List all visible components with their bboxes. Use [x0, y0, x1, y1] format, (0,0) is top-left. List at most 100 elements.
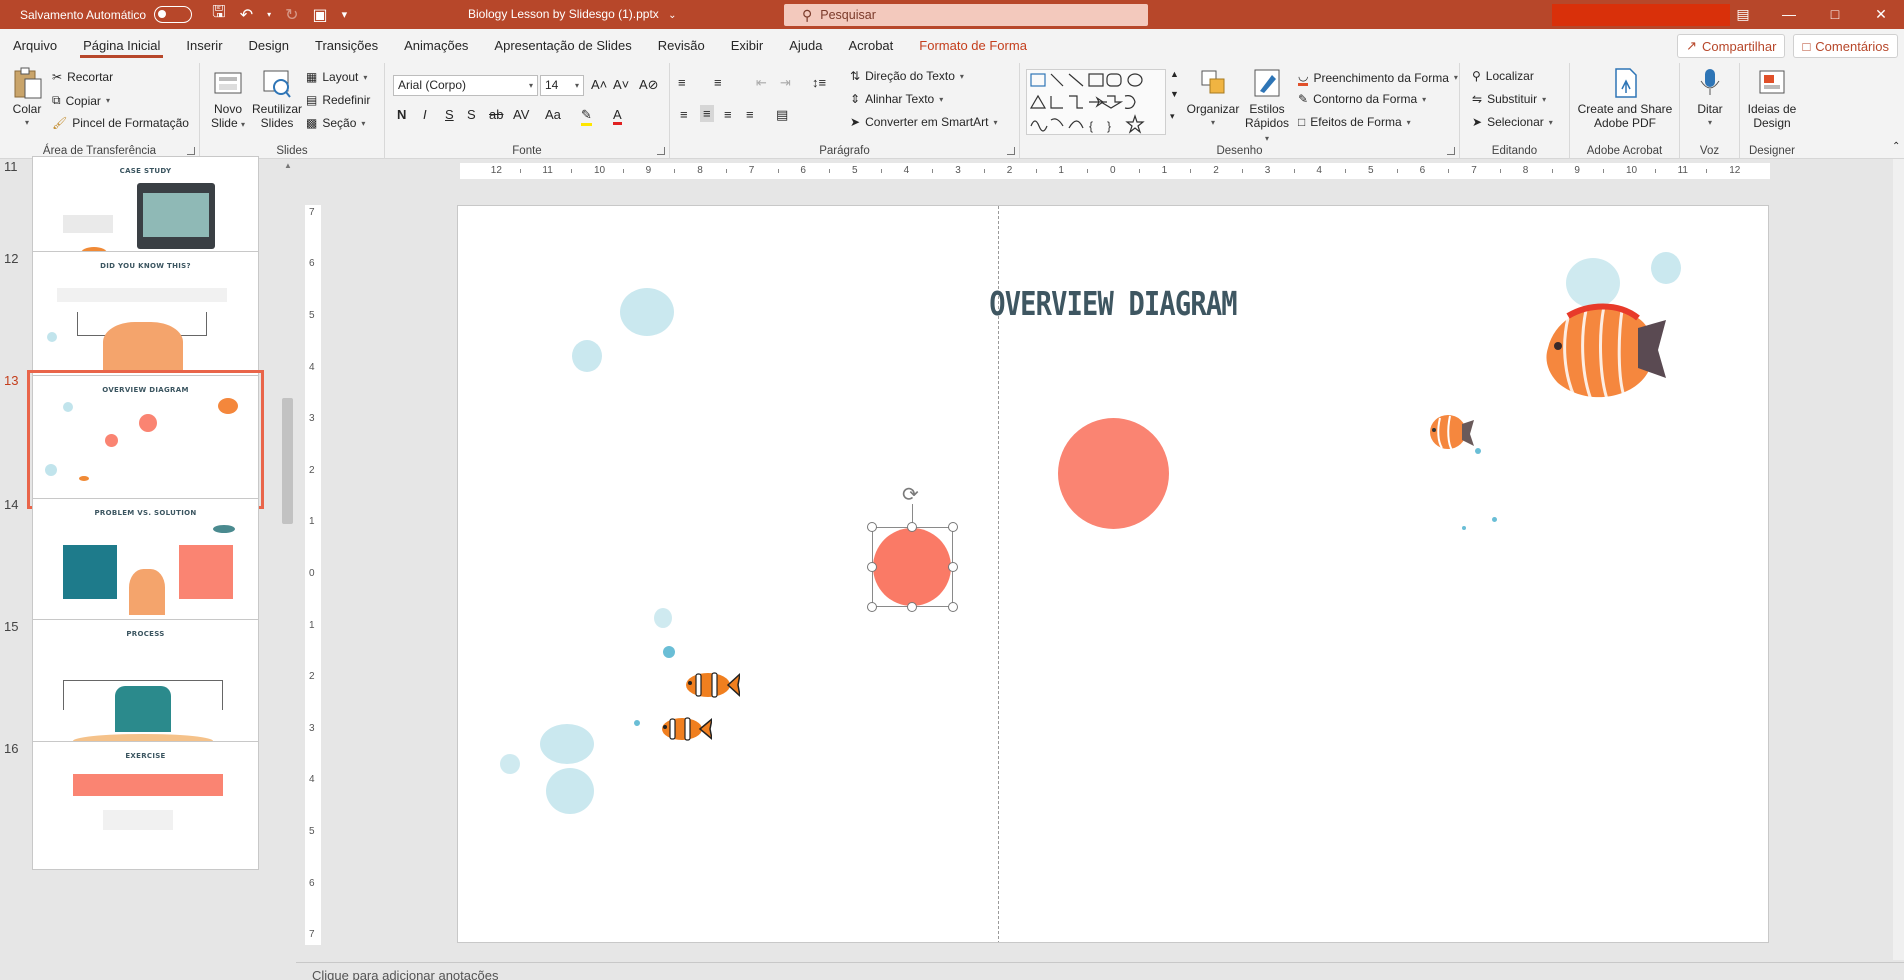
scroll-up-icon[interactable]: ▲: [284, 161, 292, 170]
present-icon[interactable]: ▣: [313, 5, 328, 25]
decrease-font-icon[interactable]: A˅: [613, 77, 629, 92]
tab-formato-de-forma[interactable]: Formato de Forma: [906, 29, 1040, 63]
undo-dropdown-icon[interactable]: ▾: [267, 10, 271, 19]
format-painter-button[interactable]: 🖌 Pincel de Formatação: [52, 116, 189, 130]
replace-button[interactable]: ⇋ Substituir ▾: [1472, 92, 1546, 106]
increase-font-icon[interactable]: A˄: [591, 77, 607, 92]
tab-exibir[interactable]: Exibir: [718, 29, 777, 63]
resize-handle[interactable]: [948, 522, 958, 532]
shadow-icon[interactable]: S: [467, 107, 476, 122]
slide-thumbnail-15[interactable]: PROCESS: [32, 619, 259, 748]
notes-pane[interactable]: Clique para adicionar anotações: [296, 962, 1904, 980]
share-button[interactable]: ↗ Compartilhar: [1677, 34, 1786, 58]
paragraph-launcher-icon[interactable]: [1007, 147, 1015, 155]
align-center-icon[interactable]: ≡: [700, 105, 714, 122]
customize-toolbar-icon[interactable]: ▾: [342, 8, 348, 21]
create-pdf-button[interactable]: Create and Share Adobe PDF: [1574, 67, 1676, 130]
font-size-combo[interactable]: 14 ▾: [540, 75, 584, 96]
clear-formatting-icon[interactable]: A⊘: [639, 77, 659, 93]
rotate-handle-icon[interactable]: ⟳: [902, 482, 919, 507]
resize-handle[interactable]: [907, 602, 917, 612]
highlight-color-icon[interactable]: ✎: [581, 107, 592, 126]
font-color-icon[interactable]: A: [613, 107, 622, 125]
search-box[interactable]: ⚲ Pesquisar: [784, 4, 1148, 26]
slide-canvas[interactable]: OVERVIEW DIAGRAM ⟳: [457, 205, 1769, 943]
gallery-more-icon[interactable]: ▾: [1170, 111, 1175, 122]
clipboard-launcher-icon[interactable]: [187, 147, 195, 155]
tab-transicoes[interactable]: Transições: [302, 29, 391, 63]
section-button[interactable]: ▩ Seção ▾: [306, 116, 365, 130]
shape-effects-button[interactable]: □ Efeitos de Forma ▾: [1298, 115, 1411, 129]
character-spacing-icon[interactable]: AV: [513, 107, 529, 122]
cut-button[interactable]: ✂ Recortar: [52, 70, 113, 84]
slide-thumbnail-13[interactable]: OVERVIEW DIAGRAM: [27, 370, 264, 509]
drawing-launcher-icon[interactable]: [1447, 147, 1455, 155]
autosave[interactable]: Salvamento Automático: [20, 6, 193, 23]
resize-handle[interactable]: [867, 562, 877, 572]
tab-ajuda[interactable]: Ajuda: [776, 29, 835, 63]
autosave-toggle[interactable]: [154, 6, 193, 23]
resize-handle[interactable]: [907, 522, 917, 532]
design-ideas-button[interactable]: Ideias de Design: [1744, 67, 1800, 130]
tab-acrobat[interactable]: Acrobat: [835, 29, 906, 63]
layout-button[interactable]: ▦ Layout ▾: [306, 70, 367, 84]
tab-apresentacao[interactable]: Apresentação de Slides: [481, 29, 644, 63]
tab-design[interactable]: Design: [236, 29, 302, 63]
shape-outline-button[interactable]: ✎ Contorno da Forma ▾: [1298, 92, 1426, 106]
align-text-button[interactable]: ⇕ Alinhar Texto ▾: [850, 92, 943, 106]
new-slide-button[interactable]: Novo Slide ▾: [208, 67, 248, 132]
italic-icon[interactable]: I: [423, 107, 427, 122]
redo-icon[interactable]: ↻: [285, 5, 298, 25]
gallery-down-icon[interactable]: ▼: [1170, 89, 1179, 99]
shapes-gallery[interactable]: { }: [1026, 69, 1166, 135]
dictate-button[interactable]: Ditar ▾: [1686, 67, 1734, 130]
document-title[interactable]: Biology Lesson by Slidesgo (1).pptx ⌄: [468, 7, 677, 21]
font-name-combo[interactable]: Arial (Corpo) ▾: [393, 75, 538, 96]
maximize-icon[interactable]: □: [1812, 0, 1858, 29]
thumbnail-scrollbar[interactable]: ▲: [280, 159, 296, 980]
font-launcher-icon[interactable]: [657, 147, 665, 155]
change-case-icon[interactable]: Aa: [545, 107, 561, 122]
tab-pagina-inicial[interactable]: Página Inicial: [70, 29, 173, 63]
tab-revisao[interactable]: Revisão: [645, 29, 718, 63]
reuse-slides-button[interactable]: Reutilizar Slides: [250, 67, 304, 130]
text-direction-button[interactable]: ⇅ Direção do Texto ▾: [850, 69, 964, 83]
select-button[interactable]: ➤ Selecionar ▾: [1472, 115, 1553, 129]
paste-button[interactable]: Colar ▾: [8, 67, 46, 130]
align-right-icon[interactable]: ≡: [724, 107, 732, 122]
editor-scrollbar[interactable]: [1893, 159, 1904, 960]
align-left-icon[interactable]: ≡: [680, 107, 688, 122]
quick-styles-button[interactable]: Estilos Rápidos ▾: [1242, 67, 1292, 146]
resize-handle[interactable]: [867, 522, 877, 532]
underline-icon[interactable]: S: [445, 107, 454, 122]
undo-icon[interactable]: ↶: [240, 5, 253, 25]
gallery-up-icon[interactable]: ▲: [1170, 69, 1179, 79]
slide-thumbnail-16[interactable]: EXERCISE: [32, 741, 259, 870]
close-icon[interactable]: ✕: [1858, 0, 1904, 29]
collapse-ribbon-icon[interactable]: ⌃: [1892, 141, 1900, 152]
smartart-button[interactable]: ➤ Converter em SmartArt ▾: [850, 115, 997, 129]
diagram-circle-large[interactable]: [1058, 418, 1169, 529]
thumbnail-scroll-thumb[interactable]: [282, 398, 293, 524]
slide-title[interactable]: OVERVIEW DIAGRAM: [576, 284, 1650, 323]
bullets-icon[interactable]: ≡: [678, 75, 686, 90]
shape-fill-button[interactable]: ◡ Preenchimento da Forma ▾: [1298, 69, 1458, 86]
tab-animacoes[interactable]: Animações: [391, 29, 481, 63]
minimize-icon[interactable]: —: [1766, 0, 1812, 29]
tab-inserir[interactable]: Inserir: [173, 29, 235, 63]
slide-thumbnail-12[interactable]: DID YOU KNOW THIS?: [32, 251, 259, 380]
arrange-button[interactable]: Organizar ▾: [1186, 67, 1240, 130]
copy-button[interactable]: ⧉ Copiar ▾: [52, 93, 110, 108]
save-icon[interactable]: 🖫: [212, 1, 226, 28]
columns-icon[interactable]: ▤: [776, 107, 788, 123]
resize-handle[interactable]: [867, 602, 877, 612]
resize-handle[interactable]: [948, 562, 958, 572]
tab-arquivo[interactable]: Arquivo: [0, 29, 70, 63]
justify-icon[interactable]: ≡: [746, 107, 754, 122]
ribbon-display-icon[interactable]: ▤: [1720, 0, 1766, 29]
increase-indent-icon[interactable]: ⇥: [780, 75, 791, 91]
strikethrough-icon[interactable]: ab: [489, 107, 503, 122]
bold-icon[interactable]: N: [397, 107, 406, 122]
decrease-indent-icon[interactable]: ⇤: [756, 75, 767, 91]
slide-thumbnail-14[interactable]: PROBLEM VS. SOLUTION: [32, 498, 259, 627]
